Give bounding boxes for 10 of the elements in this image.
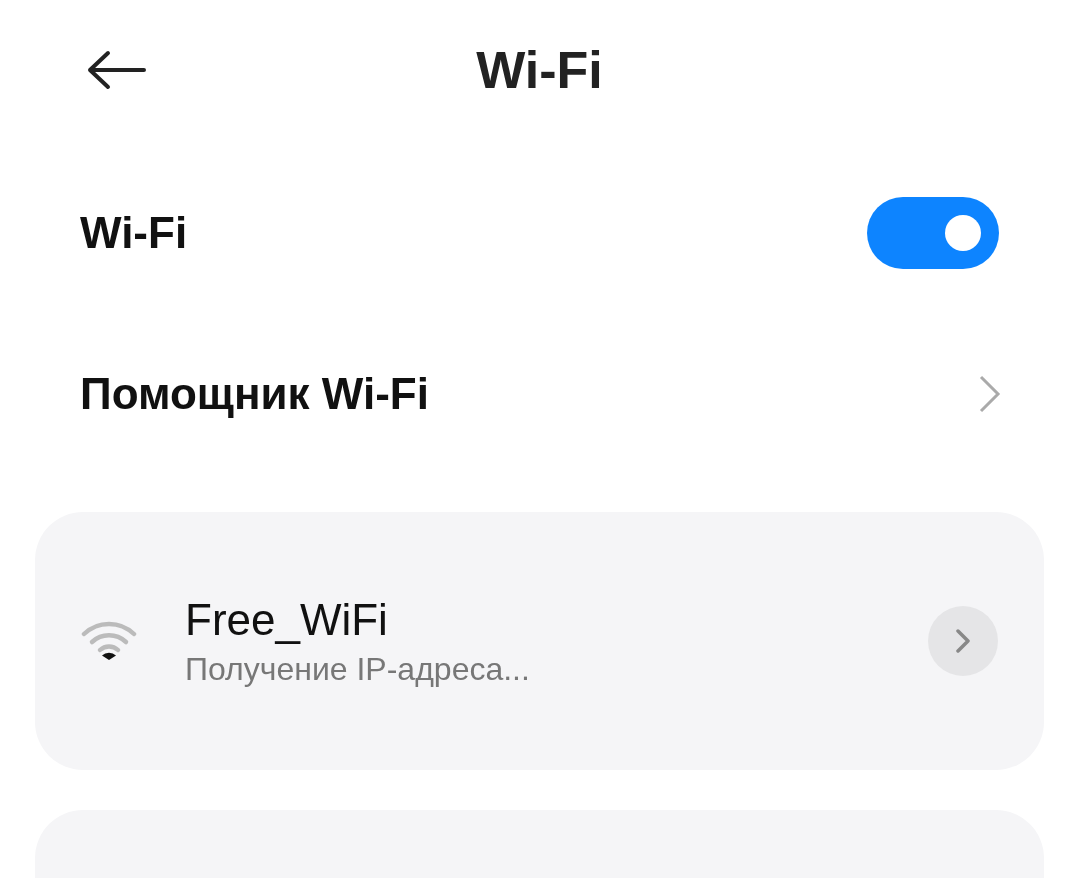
wifi-signal-icon xyxy=(81,621,137,661)
wifi-assistant-item[interactable]: Помощник Wi-Fi xyxy=(0,313,1079,474)
chevron-right-icon xyxy=(979,374,1001,413)
back-arrow-icon xyxy=(86,50,146,90)
network-status: Получение IP-адреса... xyxy=(185,650,531,688)
network-card[interactable]: Free_WiFi Получение IP-адреса... xyxy=(35,512,1044,770)
chevron-right-icon xyxy=(956,629,970,653)
page-title: Wi-Fi xyxy=(476,40,603,100)
network-name: Free_WiFi xyxy=(185,594,389,645)
wifi-label: Wi-Fi xyxy=(80,207,188,258)
